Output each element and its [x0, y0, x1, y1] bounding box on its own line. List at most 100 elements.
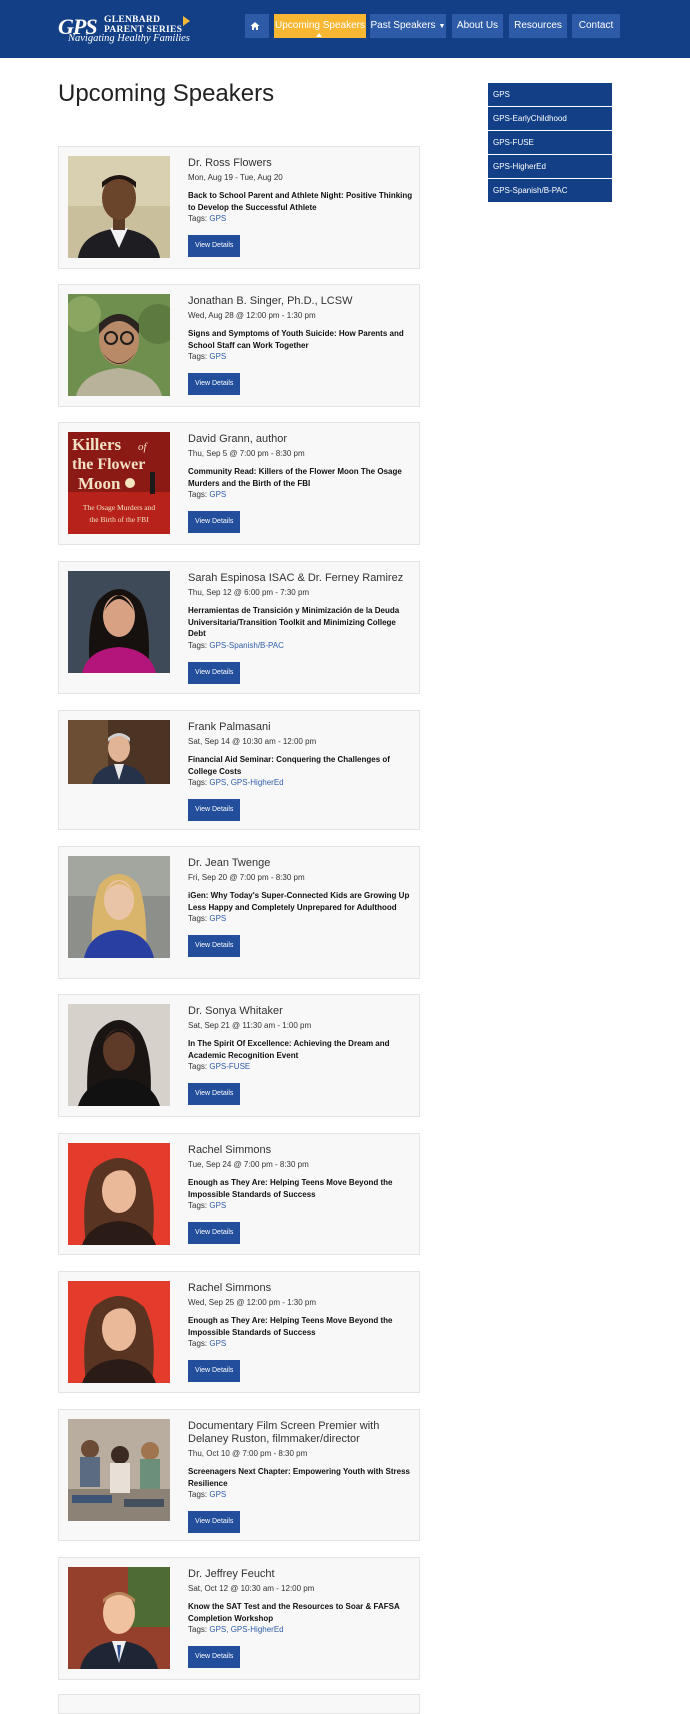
tag-link[interactable]: GPS — [209, 352, 226, 361]
sidebar-item-gps-fuse[interactable]: GPS-FUSE — [488, 131, 612, 154]
speaker-photo — [68, 1567, 170, 1669]
event-title: Screenagers Next Chapter: Empowering You… — [188, 1467, 410, 1488]
event-title: Enough as They Are: Helping Teens Move B… — [188, 1178, 393, 1199]
tag-link[interactable]: GPS — [209, 914, 226, 923]
nav-about-us-label: About Us — [456, 20, 499, 31]
tag-links[interactable]: GPS, GPS-HigherEd — [209, 778, 283, 787]
view-details-button[interactable]: View Details — [188, 935, 241, 957]
home-icon — [250, 22, 260, 30]
event-tags: Tags: GPS-FUSE — [188, 1062, 413, 1071]
tag-links[interactable]: GPS, GPS-HigherEd — [209, 1625, 283, 1634]
view-details-button[interactable]: View Details — [188, 1222, 241, 1244]
event-tags: Tags: GPS, GPS-HigherEd — [188, 1625, 413, 1634]
view-details-button[interactable]: View Details — [188, 799, 241, 821]
event-card: Rachel Simmons Wed, Sep 25 @ 12:00 pm - … — [58, 1271, 420, 1393]
view-details-button[interactable]: View Details — [188, 661, 241, 684]
tags-label: Tags: — [188, 490, 208, 499]
view-details-button[interactable]: View Details — [188, 1646, 241, 1668]
book-cover-subtitle-2: the Birth of the FBI — [89, 515, 149, 524]
site-logo[interactable]: GPS GLENBARD PARENT SERIES Navigating He… — [58, 14, 198, 46]
tags-label: Tags: — [188, 914, 208, 923]
event-date: Fri, Sep 20 @ 7:00 pm - 8:30 pm — [188, 873, 305, 882]
speaker-name: Rachel Simmons — [188, 1282, 272, 1294]
view-details-button[interactable]: View Details — [188, 373, 241, 395]
event-tags: Tags: GPS — [188, 352, 413, 361]
documentary-photo — [68, 1419, 170, 1521]
nav-contact[interactable]: Contact — [572, 14, 620, 38]
view-details-button[interactable]: View Details — [188, 235, 241, 257]
event-title: Herramientas de Transición y Minimizació… — [188, 606, 400, 638]
tag-link[interactable]: GPS — [209, 490, 226, 499]
speaker-photo — [68, 720, 170, 784]
tags-label: Tags: — [188, 1062, 208, 1071]
tags-label: Tags: — [188, 1201, 208, 1210]
tag-link[interactable]: GPS — [209, 1201, 226, 1210]
speaker-name: Dr. Sonya Whitaker — [188, 1005, 283, 1017]
nav-home[interactable] — [245, 14, 269, 38]
event-date: Thu, Sep 12 @ 6:00 pm - 7:30 pm — [188, 588, 310, 597]
view-details-button[interactable]: View Details — [188, 1360, 241, 1382]
event-tags: Tags: GPS — [188, 1339, 413, 1348]
book-cover-line-4: Moon — [78, 474, 121, 493]
sidebar-item-gps[interactable]: GPS — [488, 83, 612, 106]
event-title: Community Read: Killers of the Flower Mo… — [188, 467, 402, 488]
book-cover-subtitle-1: The Osage Murders and — [83, 503, 156, 512]
nav-about-us[interactable]: About Us — [452, 14, 503, 38]
tag-link[interactable]: GPS — [209, 214, 226, 223]
event-title: Back to School Parent and Athlete Night:… — [188, 191, 413, 212]
tag-link[interactable]: GPS-FUSE — [209, 1062, 250, 1071]
event-tags: Tags: GPS — [188, 1490, 413, 1499]
speaker-name: Frank Palmasani — [188, 721, 271, 733]
speaker-photo — [68, 1281, 170, 1383]
event-date: Sat, Oct 12 @ 10:30 am - 12:00 pm — [188, 1584, 315, 1593]
speaker-name: Dr. Jeffrey Feucht — [188, 1568, 275, 1580]
speaker-name: David Grann, author — [188, 433, 288, 445]
logo-tagline: Navigating Healthy Families — [68, 33, 190, 44]
nav-past-speakers-label: Past Speakers — [370, 20, 436, 31]
tag-sidebar: GPS GPS-EarlyChildhood GPS-FUSE GPS-High… — [488, 83, 612, 203]
speaker-name: Sarah Espinosa ISAC & Dr. Ferney Ramirez — [188, 572, 404, 584]
speaker-photo — [68, 1143, 170, 1245]
event-card: Frank Palmasani Sat, Sep 14 @ 10:30 am -… — [58, 710, 420, 830]
event-date: Mon, Aug 19 - Tue, Aug 20 — [188, 173, 283, 182]
speaker-photo — [68, 856, 170, 958]
speaker-name: Jonathan B. Singer, Ph.D., LCSW — [188, 295, 353, 307]
tags-label: Tags: — [188, 1490, 208, 1499]
event-card: Jonathan B. Singer, Ph.D., LCSW Wed, Aug… — [58, 284, 420, 407]
tag-link[interactable]: GPS — [209, 1339, 226, 1348]
event-title: In The Spirit Of Excellence: Achieving t… — [188, 1039, 390, 1060]
nav-resources[interactable]: Resources — [509, 14, 567, 38]
tag-link[interactable]: GPS — [209, 1490, 226, 1499]
event-tags: Tags: GPS — [188, 490, 413, 499]
event-title: Enough as They Are: Helping Teens Move B… — [188, 1316, 393, 1337]
event-tags: Tags: GPS — [188, 1201, 413, 1210]
sidebar-item-gps-spanish-bpac[interactable]: GPS-Spanish/B-PAC — [488, 179, 612, 202]
speaker-photo — [68, 156, 170, 258]
speaker-photo — [68, 571, 170, 673]
tags-label: Tags: — [188, 352, 208, 361]
event-title: Signs and Symptoms of Youth Suicide: How… — [188, 329, 404, 350]
tags-label: Tags: — [188, 640, 208, 650]
view-details-button[interactable]: View Details — [188, 511, 241, 533]
speaker-photo — [68, 1004, 170, 1106]
tags-label: Tags: — [188, 1339, 208, 1348]
sidebar-item-gps-highered[interactable]: GPS-HigherEd — [488, 155, 612, 178]
tag-link[interactable]: GPS-Spanish/B-PAC — [209, 641, 284, 650]
view-details-button[interactable]: View Details — [188, 1083, 241, 1105]
book-cover-line-3: the Flower — [72, 456, 145, 473]
event-card: Dr. Sonya Whitaker Sat, Sep 21 @ 11:30 a… — [58, 994, 420, 1117]
tags-label: Tags: — [188, 778, 208, 787]
event-title: iGen: Why Today's Super-Connected Kids a… — [188, 891, 410, 912]
nav-resources-label: Resources — [514, 20, 562, 31]
speaker-photo — [68, 294, 170, 396]
sidebar-item-gps-earlychildhood[interactable]: GPS-EarlyChildhood — [488, 107, 612, 130]
view-details-button[interactable]: View Details — [188, 1511, 241, 1533]
nav-past-speakers[interactable]: Past Speakers ▼ — [370, 14, 446, 38]
event-card: Documentary Film Screen Premier with Del… — [58, 1409, 420, 1541]
nav-contact-label: Contact — [578, 20, 614, 31]
event-card-partial — [58, 1694, 420, 1714]
event-card: Killers of the Flower Moon The Osage Murders… — [58, 422, 420, 545]
site-header: GPS GLENBARD PARENT SERIES Navigating He… — [0, 0, 690, 58]
nav-upcoming-speakers-label: Upcoming Speakers — [274, 20, 366, 31]
book-cover-image: Killers of the Flower Moon The Osage Murders… — [68, 432, 170, 534]
